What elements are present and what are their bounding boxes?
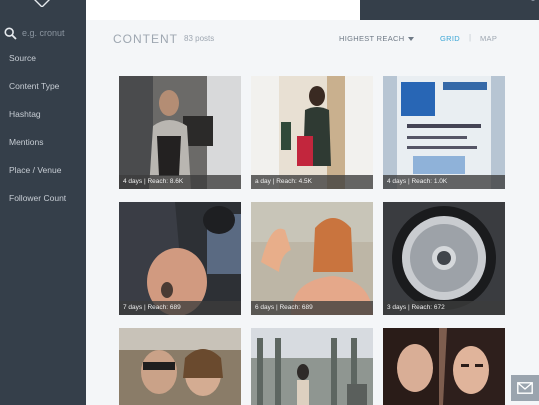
post-caption: 4 days | Reach: 1.0K xyxy=(383,175,505,189)
post-image xyxy=(119,76,241,189)
post-caption: 3 days | Reach: 672 xyxy=(383,301,505,315)
post-caption: 7 days | Reach: 689 xyxy=(119,301,241,315)
post-image xyxy=(119,202,241,315)
post-caption: 4 days | Reach: 8.6K xyxy=(119,175,241,189)
post-tile[interactable]: 7 days | Reach: 689 xyxy=(119,202,241,315)
search-icon xyxy=(4,26,17,40)
sidebar-item-hashtag[interactable]: Hashtag xyxy=(9,108,66,136)
post-image xyxy=(383,202,505,315)
post-caption: 6 days | Reach: 689 xyxy=(251,301,373,315)
sort-label: HIGHEST REACH xyxy=(339,34,405,43)
map-view-toggle[interactable]: MAP xyxy=(480,34,497,43)
post-image xyxy=(383,328,505,405)
post-tile[interactable] xyxy=(383,328,505,405)
sidebar-item-source[interactable]: Source xyxy=(9,52,66,80)
top-bar-left xyxy=(86,0,360,20)
post-caption: a day | Reach: 4.5K xyxy=(251,175,373,189)
menu-dot-icon[interactable] xyxy=(531,0,535,1)
grid-view-toggle[interactable]: GRID xyxy=(440,34,460,43)
sidebar-item-mentions[interactable]: Mentions xyxy=(9,136,66,164)
post-tile[interactable]: a day | Reach: 4.5K xyxy=(251,76,373,189)
post-tile[interactable] xyxy=(251,328,373,405)
post-tile[interactable] xyxy=(119,328,241,405)
search-input[interactable] xyxy=(22,28,82,38)
search-box xyxy=(4,24,84,42)
caret-down-icon xyxy=(408,36,415,41)
sidebar-item-place-venue[interactable]: Place / Venue xyxy=(9,164,66,192)
sidebar-item-follower-count[interactable]: Follower Count xyxy=(9,192,66,220)
post-tile[interactable]: 6 days | Reach: 689 xyxy=(251,202,373,315)
sidebar: Source Content Type Hashtag Mentions Pla… xyxy=(0,0,86,405)
sidebar-item-content-type[interactable]: Content Type xyxy=(9,80,66,108)
post-image xyxy=(251,202,373,315)
post-image xyxy=(119,328,241,405)
post-image xyxy=(383,76,505,189)
diamond-logo-icon[interactable] xyxy=(32,0,52,7)
post-tile[interactable]: 4 days | Reach: 1.0K xyxy=(383,76,505,189)
app-root: Source Content Type Hashtag Mentions Pla… xyxy=(0,0,539,405)
post-tile[interactable]: 3 days | Reach: 672 xyxy=(383,202,505,315)
post-tile[interactable]: 4 days | Reach: 8.6K xyxy=(119,76,241,189)
post-image xyxy=(251,76,373,189)
sort-dropdown[interactable]: HIGHEST REACH xyxy=(339,34,415,43)
feedback-button[interactable] xyxy=(511,375,539,401)
top-bar-right xyxy=(360,0,539,20)
page-title: CONTENT xyxy=(113,32,178,46)
envelope-icon xyxy=(517,382,533,394)
filter-nav: Source Content Type Hashtag Mentions Pla… xyxy=(9,52,66,220)
post-image xyxy=(251,328,373,405)
post-count: 83 posts xyxy=(184,34,215,43)
view-separator: | xyxy=(469,33,472,42)
